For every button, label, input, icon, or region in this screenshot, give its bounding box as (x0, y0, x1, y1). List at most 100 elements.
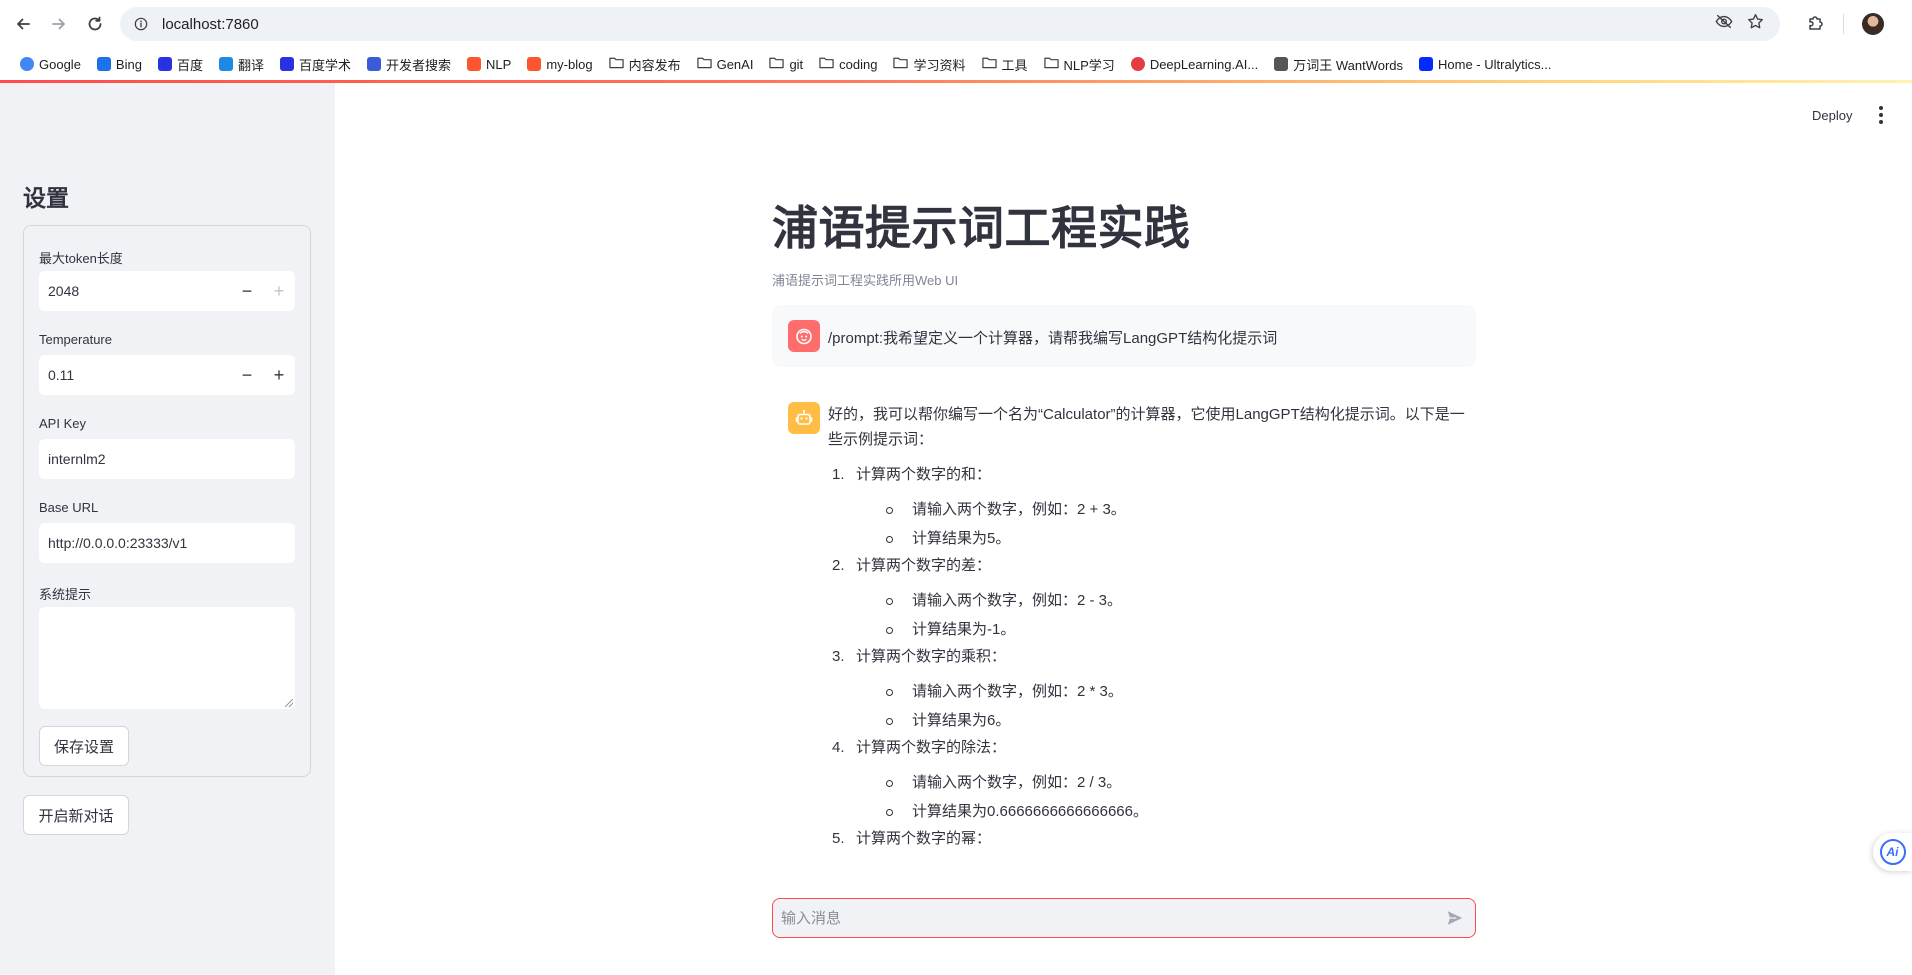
bookmark-label: coding (839, 56, 878, 72)
bookmark-item[interactable]: my-blog (519, 50, 600, 78)
bookmark-label: my-blog (546, 56, 593, 72)
bookmark-item[interactable]: 工具 (974, 50, 1036, 78)
bookmark-item[interactable]: 开发者搜索 (359, 50, 459, 78)
bookmark-label: Home - Ultralytics... (1438, 56, 1552, 72)
base-url-label: Base URL (39, 500, 99, 515)
list-item-number: 1. (832, 466, 845, 483)
bookmark-label: DeepLearning.AI... (1149, 56, 1259, 72)
chat-scroll-fade (772, 868, 1476, 896)
save-settings-button[interactable]: 保存设置 (39, 726, 129, 766)
bullet-list: 请输入两个数字，例如：2 - 3。 计算结果为-1。 (856, 586, 1468, 644)
bullet-list: 请输入两个数字，例如：2 * 3。 计算结果为6。 (856, 677, 1468, 735)
bookmark-item[interactable]: 百度学术 (272, 50, 359, 78)
bookmark-item[interactable]: DeepLearning.AI... (1123, 50, 1266, 78)
system-prompt-label: 系统提示 (39, 587, 92, 602)
list-item-number: 2. (832, 557, 845, 574)
max-tokens-value[interactable]: 2048 (39, 283, 231, 299)
toolbar-divider (1843, 14, 1844, 34)
arrow-right-icon (52, 18, 65, 30)
browser-chrome: localhost:7860 Google Bing 百度 翻译 百度学术 开发者搜索 NL… (0, 0, 1912, 83)
folder-icon (1043, 56, 1059, 72)
bookmark-item[interactable]: coding (811, 50, 885, 78)
bookmark-item[interactable]: Google (12, 50, 89, 78)
deploy-button[interactable]: Deploy (1812, 108, 1852, 123)
bookmark-label: 翻译 (237, 57, 264, 73)
bookmark-item[interactable]: 内容发布 (601, 50, 689, 78)
bookmark-label: Bing (115, 56, 142, 72)
bookmarks-bar: Google Bing 百度 翻译 百度学术 开发者搜索 NLP my-blog 内容发布 Gen… (0, 48, 1912, 80)
address-bar[interactable]: localhost:7860 (120, 7, 1780, 41)
sidebar-title: 设置 (23, 185, 69, 211)
ai-icon: Ai (1879, 839, 1906, 865)
bookmark-label: NLP (486, 56, 512, 72)
bookmark-item[interactable]: NLP学习 (1036, 50, 1123, 78)
bookmark-item[interactable]: Home - Ultralytics... (1411, 50, 1559, 78)
bullet-item: 请输入两个数字，例如：2 + 3。 (886, 495, 1468, 524)
bookmark-item[interactable]: GenAI (689, 50, 762, 78)
max-tokens-label: 最大token长度 (39, 251, 123, 266)
list-item: 4. 计算两个数字的除法： 请输入两个数字，例如：2 / 3。 计算结果为0.6666… (828, 735, 1468, 826)
bookmark-item[interactable]: git (761, 50, 811, 78)
bullet-item: 请输入两个数字，例如：2 - 3。 (886, 586, 1468, 615)
max-tokens-decrement-button[interactable]: − (231, 271, 263, 311)
reload-button[interactable] (80, 9, 110, 39)
chat-input[interactable] (773, 899, 1435, 937)
bullet-item: 计算结果为5。 (886, 524, 1468, 553)
user-avatar-icon (788, 320, 820, 352)
api-key-input[interactable]: internlm2 (39, 439, 295, 479)
bing-search-icon (96, 57, 111, 71)
folder-icon (696, 56, 712, 72)
extensions-puzzle-icon[interactable] (1807, 13, 1825, 36)
bookmark-label: 万词王 WantWords (1293, 57, 1404, 73)
bookmark-item[interactable]: 百度 (150, 50, 211, 78)
assistant-ordered-list: 1. 计算两个数字的和： 请输入两个数字，例如：2 + 3。 计算结果为5。 2. 计算两… (828, 462, 1468, 851)
page-title: 浦语提示词工程实践 (772, 202, 1191, 254)
bullet-item: 请输入两个数字，例如：2 * 3。 (886, 677, 1468, 706)
send-button[interactable] (1435, 898, 1475, 938)
bookmark-item[interactable]: 学习资料 (885, 50, 973, 78)
main-menu-kebab-icon[interactable] (1872, 104, 1890, 126)
base-url-input[interactable]: http://0.0.0.0:23333/v1 (39, 523, 295, 563)
bookmark-item[interactable]: 翻译 (211, 50, 272, 78)
resize-handle-icon[interactable] (285, 699, 293, 707)
deeplearning-ai-icon (1130, 57, 1145, 71)
bookmark-item[interactable]: NLP (459, 50, 519, 78)
user-message: /prompt:我希望定义一个计算器，请帮我编写LangGPT结构化提示词 (772, 305, 1476, 367)
csdn-icon (527, 57, 542, 71)
bookmark-label: Google (39, 56, 81, 72)
page-subtitle: 浦语提示词工程实践所用Web UI (772, 273, 959, 288)
list-item: 5. 计算两个数字的幂： (828, 826, 1468, 851)
new-chat-button[interactable]: 开启新对话 (23, 795, 129, 835)
bookmark-label: 内容发布 (628, 57, 681, 73)
temperature-value[interactable]: 0.11 (39, 367, 231, 383)
bookmark-label: 学习资料 (913, 57, 966, 73)
chat-input-box[interactable] (772, 898, 1476, 938)
temperature-decrement-button[interactable]: − (231, 355, 263, 395)
folder-icon (819, 56, 834, 72)
csdn-icon (467, 57, 482, 71)
temperature-number-input[interactable]: 0.11 − + (39, 355, 295, 395)
back-button[interactable] (8, 9, 38, 39)
bookmark-item[interactable]: Bing (89, 50, 150, 78)
forward-button[interactable] (44, 9, 74, 39)
eye-off-icon[interactable] (1715, 14, 1733, 34)
list-item: 1. 计算两个数字的和： 请输入两个数字，例如：2 + 3。 计算结果为5。 (828, 462, 1468, 553)
address-url[interactable]: localhost:7860 (162, 16, 259, 33)
settings-form: 最大token长度 2048 − + Temperature 0.11 − + … (23, 225, 311, 777)
ai-assistant-floating-button[interactable]: Ai (1873, 833, 1912, 871)
bullet-item: 计算结果为6。 (886, 706, 1468, 735)
bookmark-item[interactable]: 万词王 WantWords (1266, 50, 1411, 78)
assistant-intro-text: 好的，我可以帮你编写一个名为“Calculator”的计算器，它使用LangGP… (828, 406, 1465, 448)
system-prompt-textarea[interactable] (39, 607, 295, 709)
assistant-avatar-icon (788, 402, 820, 434)
bookmark-label: git (789, 56, 804, 72)
max-tokens-increment-button[interactable]: + (263, 271, 295, 311)
bullet-list: 请输入两个数字，例如：2 / 3。 计算结果为0.6666666666666666… (856, 768, 1468, 826)
site-info-icon[interactable] (124, 7, 158, 41)
translate-icon (218, 57, 233, 71)
max-tokens-number-input[interactable]: 2048 − + (39, 271, 295, 311)
star-bookmark-icon[interactable] (1747, 13, 1764, 35)
temperature-increment-button[interactable]: + (263, 355, 295, 395)
reload-icon (88, 16, 102, 31)
profile-avatar[interactable] (1862, 13, 1884, 35)
